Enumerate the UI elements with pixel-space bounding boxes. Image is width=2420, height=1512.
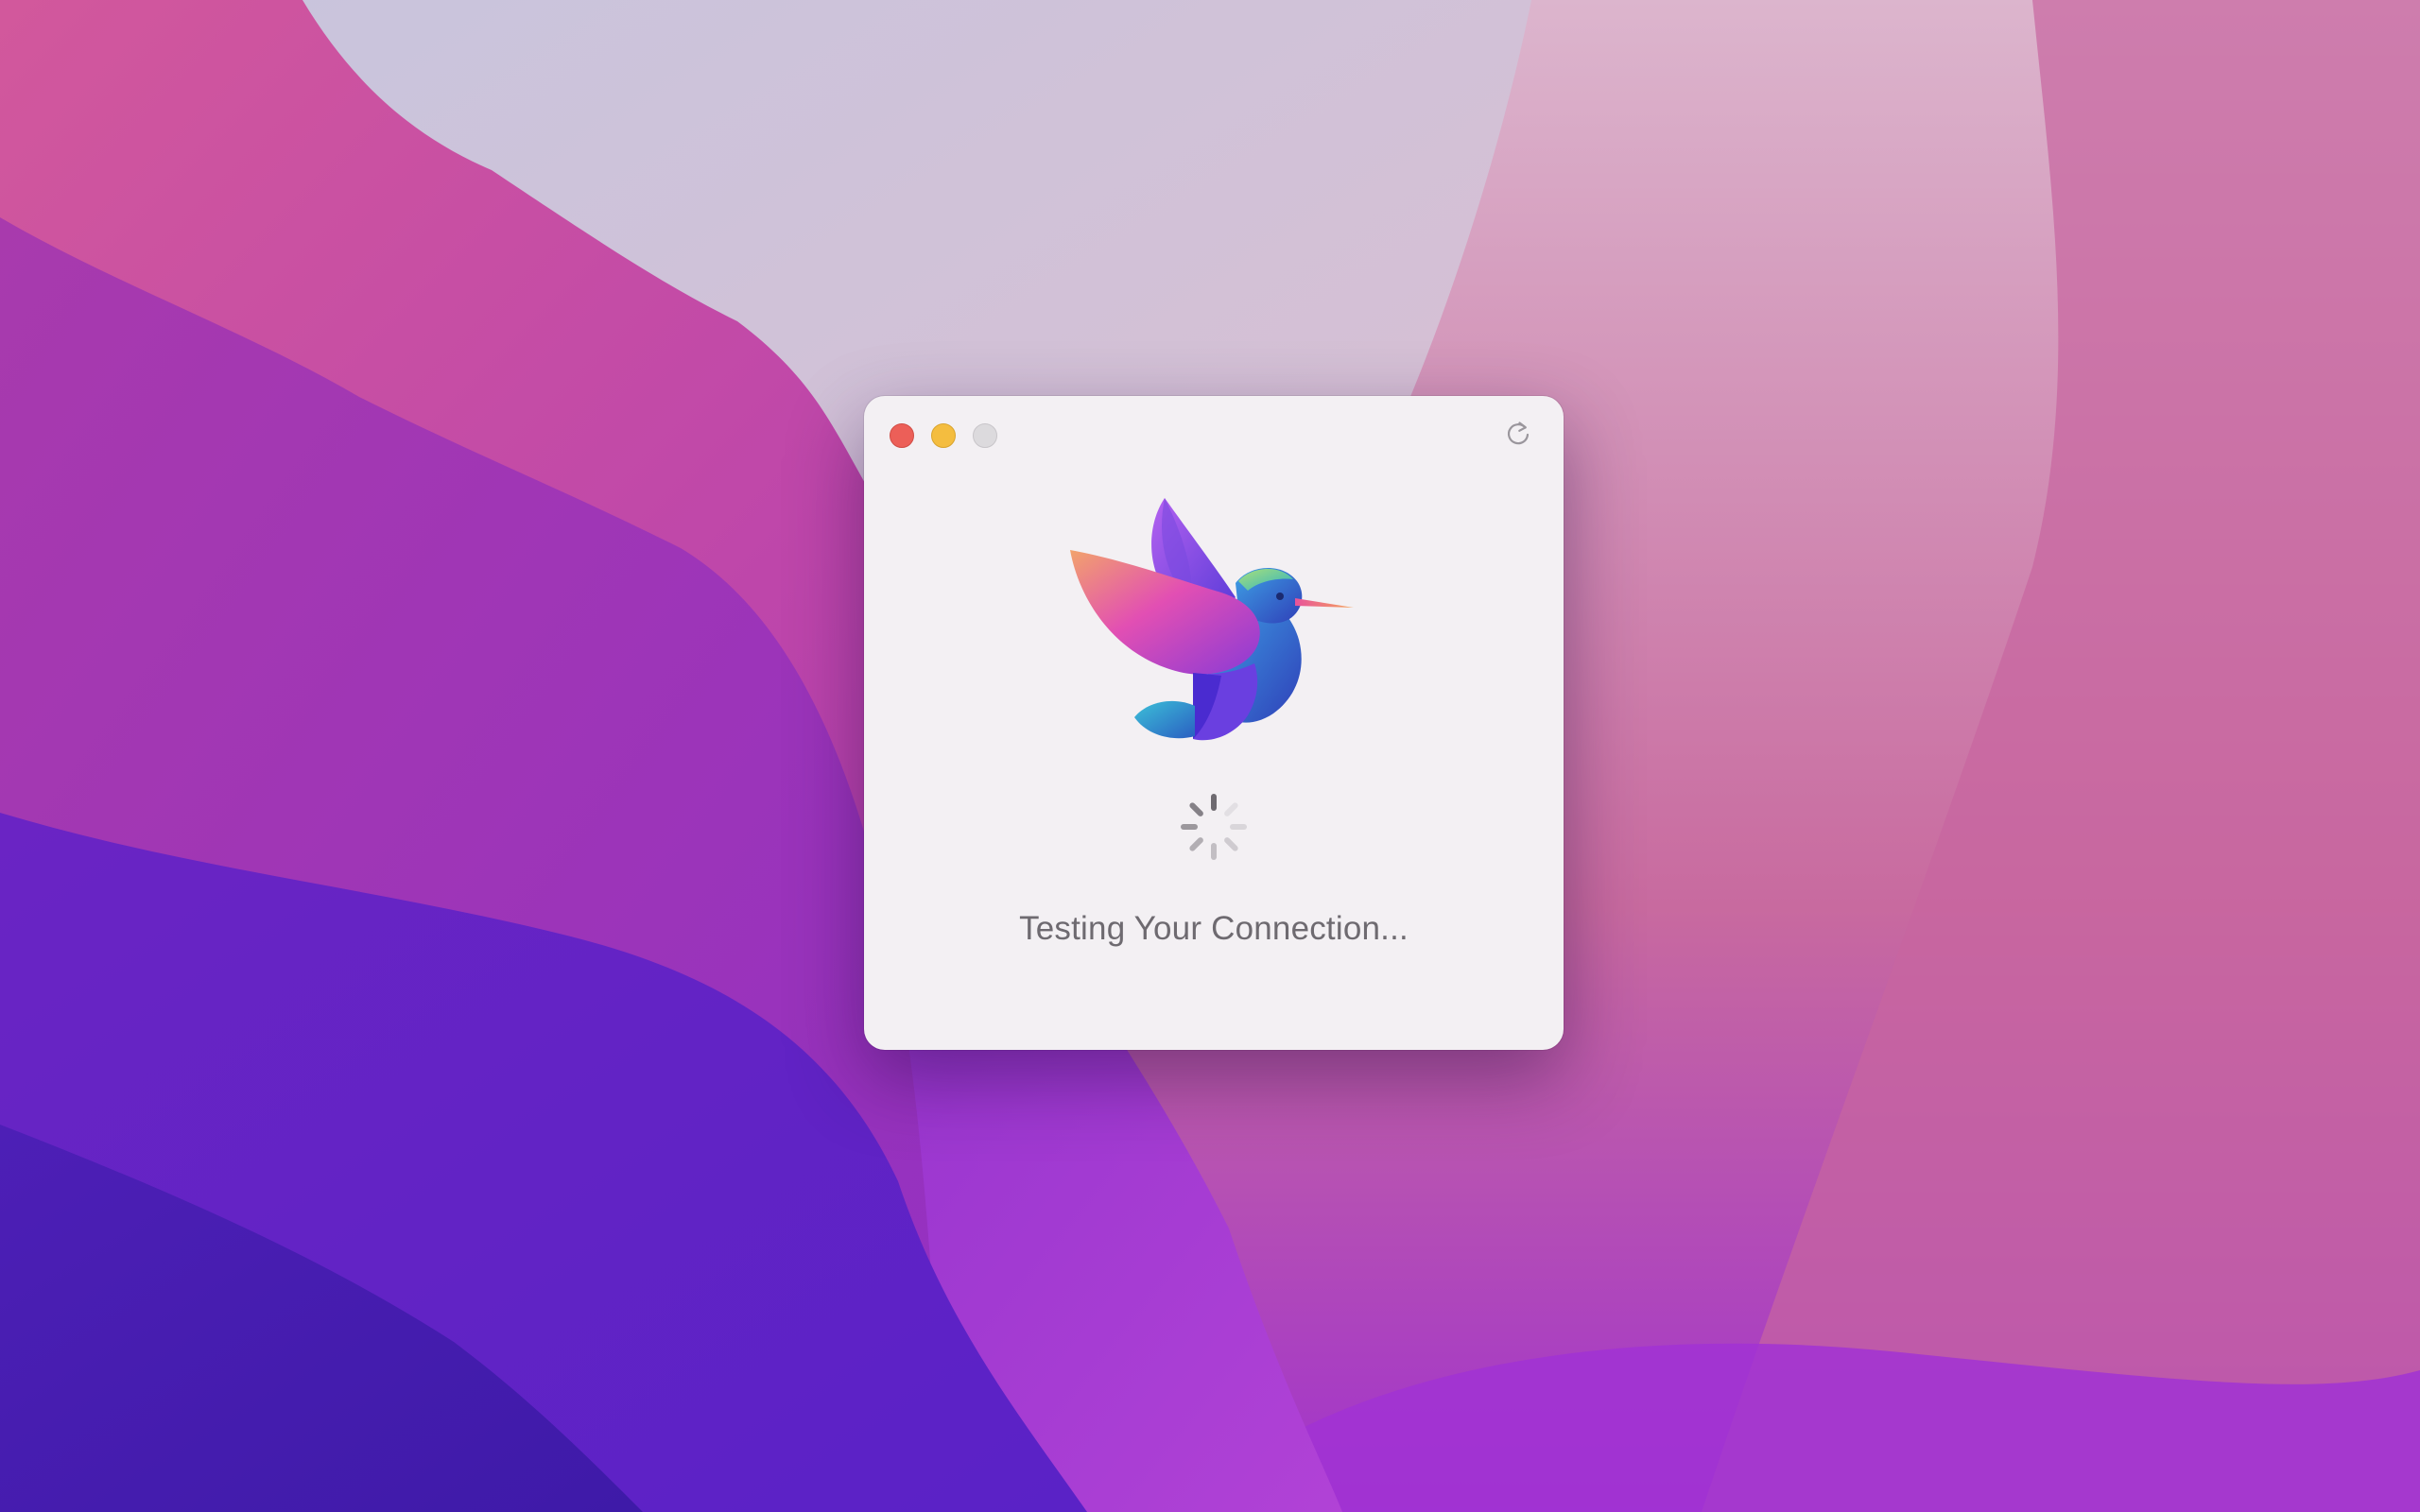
minimize-button[interactable] bbox=[931, 423, 956, 448]
close-button[interactable] bbox=[890, 423, 914, 448]
desktop: Testing Your Connection... bbox=[0, 0, 2420, 1512]
connection-test-window: Testing Your Connection... bbox=[864, 396, 1564, 1050]
refresh-icon-glyph bbox=[1507, 421, 1530, 445]
zoom-button[interactable] bbox=[973, 423, 997, 448]
hummingbird-logo-icon bbox=[1070, 498, 1354, 741]
refresh-icon[interactable] bbox=[1501, 416, 1535, 450]
loading-spinner-icon bbox=[1181, 794, 1247, 860]
status-text: Testing Your Connection... bbox=[1019, 910, 1409, 947]
